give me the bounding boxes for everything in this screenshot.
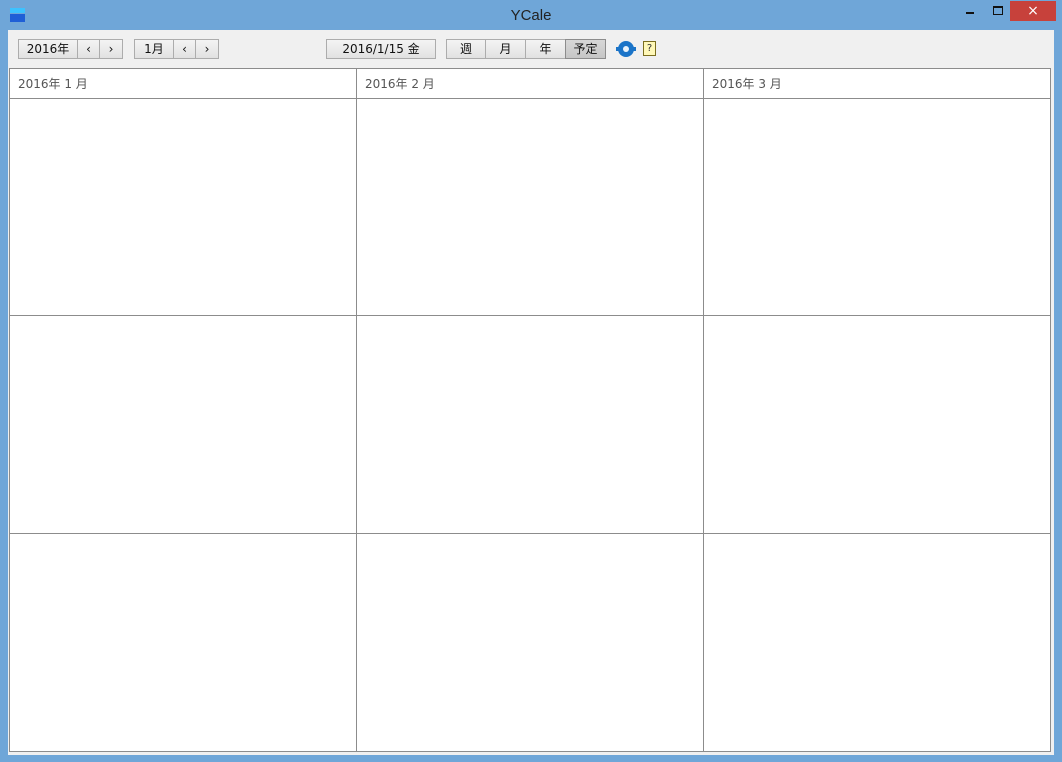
minimize-button[interactable] [956, 1, 984, 21]
today-button[interactable]: 2016/1/15 金 [326, 39, 436, 59]
calendar-cell[interactable] [10, 534, 356, 751]
calendar-cell[interactable] [10, 316, 356, 533]
prev-year-button[interactable]: ‹ [77, 39, 100, 59]
calendar-cell[interactable] [704, 99, 1050, 315]
help-button[interactable]: ? [640, 39, 660, 59]
calendar-cell[interactable] [357, 316, 703, 533]
app-window: YCale × 2016年 ‹ › 1月 ‹ › 2016/1/15 金 週 月… [0, 0, 1062, 762]
calendar-cell[interactable] [10, 99, 356, 315]
month-button[interactable]: 1月 [134, 39, 174, 59]
calendar-grid: 2016年 1 月 2016年 2 月 2016年 3 月 [9, 68, 1051, 752]
year-button[interactable]: 2016年 [18, 39, 78, 59]
maximize-button[interactable] [984, 1, 1012, 21]
toolbar: 2016年 ‹ › 1月 ‹ › 2016/1/15 金 週 月 年 予定 ? [8, 30, 1054, 68]
settings-button[interactable] [616, 39, 636, 59]
close-button[interactable]: × [1010, 1, 1056, 21]
view-week-button[interactable]: 週 [446, 39, 486, 59]
view-year-button[interactable]: 年 [525, 39, 566, 59]
title-bar[interactable]: YCale × [0, 0, 1062, 30]
month-header-2: 2016年 2 月 [357, 69, 704, 99]
close-icon: × [1027, 3, 1039, 19]
client-area: 2016年 ‹ › 1月 ‹ › 2016/1/15 金 週 月 年 予定 ? … [8, 30, 1054, 755]
view-schedule-button[interactable]: 予定 [565, 39, 606, 59]
month-header-1: 2016年 1 月 [10, 69, 357, 99]
calendar-cell[interactable] [357, 99, 703, 315]
gear-icon [616, 41, 636, 57]
minimize-icon [966, 12, 974, 14]
calendar-cell[interactable] [704, 316, 1050, 533]
view-month-button[interactable]: 月 [485, 39, 526, 59]
prev-month-button[interactable]: ‹ [173, 39, 196, 59]
calendar-cell[interactable] [357, 534, 703, 751]
month-header-3: 2016年 3 月 [704, 69, 1050, 99]
help-icon: ? [643, 41, 656, 56]
calendar-cell[interactable] [704, 534, 1050, 751]
window-title: YCale [510, 7, 552, 24]
next-month-button[interactable]: › [195, 39, 219, 59]
maximize-icon [993, 6, 1003, 15]
next-year-button[interactable]: › [99, 39, 123, 59]
